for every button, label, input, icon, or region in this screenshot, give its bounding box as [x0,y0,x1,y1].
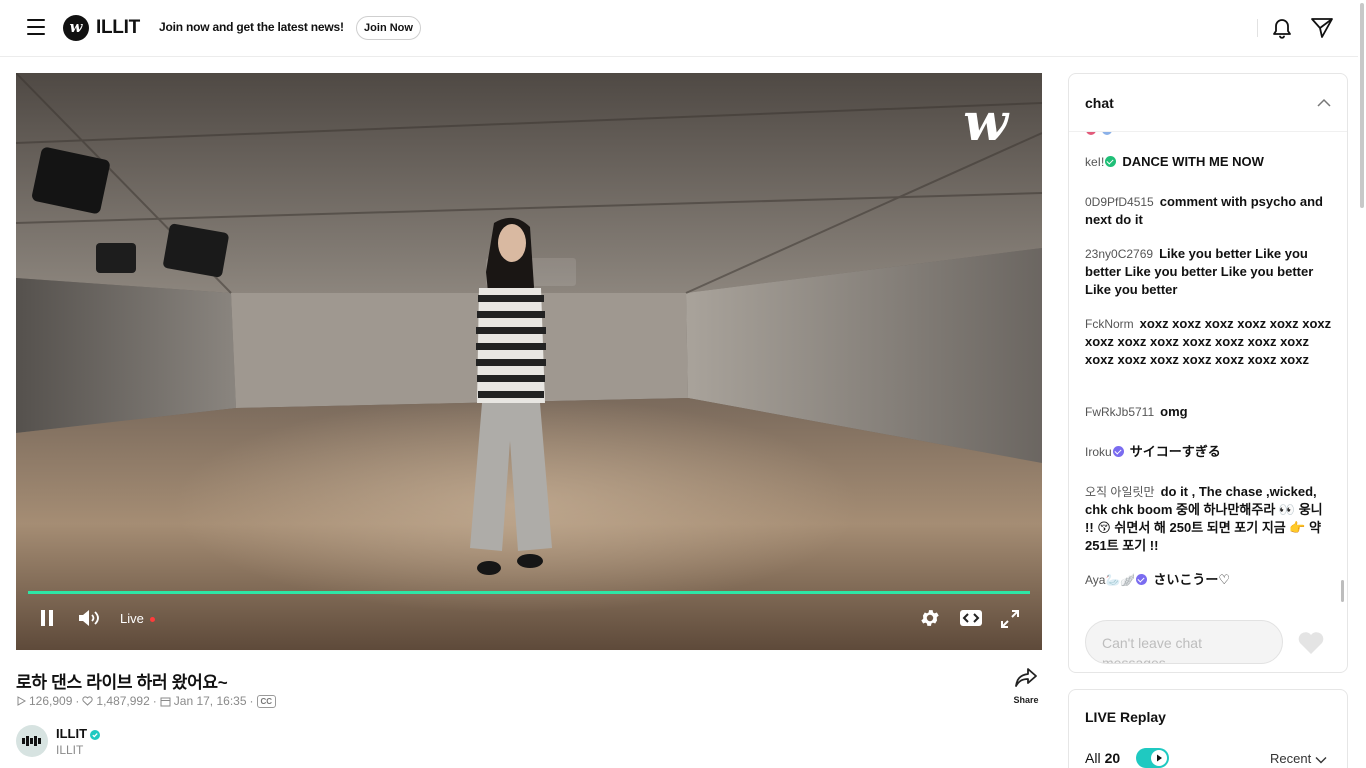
header-divider [1257,19,1258,37]
meta-dot: · [75,694,80,708]
chat-nick[interactable]: 0D9PfD4515 [1085,195,1154,209]
chat-message-list[interactable]: keI! DANCE WITH ME NOW 0D9PfD4515 comment … [1085,132,1333,610]
broadcast-date: Jan 17, 16:35 [173,694,247,708]
send-icon[interactable] [1310,16,1334,40]
chat-nick[interactable]: 23ny0C2769 [1085,247,1153,261]
chat-text: DANCE WITH ME NOW [1122,154,1264,169]
chat-message: 0D9PfD4515 comment with psycho and next d… [1085,193,1333,229]
page-scrollbar[interactable] [1358,0,1366,768]
chat-scrollbar[interactable] [1341,580,1344,602]
verified-badge-icon [1136,574,1148,585]
chat-message: Aya🦢🪽 さいこうー♡ [1085,571,1333,589]
sort-label: Recent [1270,751,1312,766]
chat-nick[interactable]: Aya🦢🪽 [1085,573,1148,587]
channel-name[interactable]: ILLIT [56,726,87,741]
replay-all-count: All 20 [1085,750,1120,766]
chat-nick[interactable]: keI! [1085,155,1117,169]
like-count: 1,487,992 [96,694,150,708]
share-label: Share [1013,695,1039,705]
cc-badge[interactable]: CC [256,694,277,708]
chat-message: 오직 아일릿만 do it , The chase ,wicked, chk ch… [1085,483,1333,555]
share-icon [1015,668,1037,687]
chat-text: サイコーすぎる [1129,444,1221,459]
live-replay-panel: LIVE Replay All 20 Recent [1068,689,1348,768]
video-player[interactable]: w Live [16,73,1042,650]
replay-title: LIVE Replay [1085,709,1166,725]
chat-title: chat [1085,95,1114,111]
live-dot [150,617,155,622]
chat-nick[interactable]: FckNorm [1085,317,1134,331]
play-count-icon [17,696,26,706]
chat-nick[interactable]: 오직 아일릿만 [1085,485,1155,499]
volume-icon[interactable] [78,609,100,627]
channel-logo [22,736,41,746]
settings-gear-icon[interactable] [919,607,941,629]
verified-badge-icon [1105,156,1117,167]
meta-dot: · [249,694,254,708]
bell-icon[interactable] [1270,16,1294,40]
verified-badge-icon [90,730,100,740]
wide-mode-icon[interactable] [959,609,983,627]
player-controls: Live [16,601,1042,637]
chat-input[interactable]: Can't leave chat messages [1085,620,1283,664]
chat-text: omg [1160,404,1188,419]
video-meta: 126,909 · 1,487,992 · Jan 17, 16:35 · CC [16,693,277,709]
meta-dot: · [152,694,157,708]
chat-message: Iroku サイコーすぎる [1085,443,1333,461]
toggle-knob [1151,750,1167,766]
chat-text: さいこうー♡ [1153,572,1230,587]
weverse-logo[interactable]: w [63,15,89,41]
menu-icon[interactable] [27,19,45,37]
chevron-down-icon [1315,757,1327,764]
chat-panel: chat keI! DANCE WITH ME NOW 0D9PfD4515 com… [1068,73,1348,673]
chat-nick[interactable]: FwRkJb5711 [1085,405,1154,419]
share-button[interactable]: Share [1005,667,1047,705]
channel-avatar[interactable] [16,725,48,757]
replay-toggle[interactable] [1136,748,1169,768]
video-frame [16,73,1042,650]
play-icon [1157,754,1162,762]
artist-name[interactable]: ILLIT [96,17,140,39]
top-header: w ILLIT Join now and get the latest news… [0,0,1358,57]
fullscreen-icon[interactable] [1000,609,1020,629]
chat-nick[interactable]: Iroku [1085,445,1124,459]
promo-text: Join now and get the latest news! [159,20,344,34]
chat-message: FckNorm xoxz xoxz xoxz xoxz xoxz xoxz xox… [1085,315,1333,369]
video-title: 로하 댄스 라이브 하러 왔어요~ [16,673,228,692]
replay-count: 20 [1104,750,1121,766]
calendar-icon [160,697,171,706]
pause-icon[interactable] [40,609,54,627]
weverse-watermark: w [963,92,1008,153]
page-scroll-thumb[interactable] [1360,3,1364,208]
chat-message: keI! DANCE WITH ME NOW [1085,153,1333,171]
emoji-icon [1086,132,1112,135]
verified-badge-icon [1112,446,1124,457]
chat-message: FwRkJb5711 omg [1085,403,1333,421]
heart-icon[interactable] [1297,630,1325,656]
sort-dropdown[interactable]: Recent [1270,751,1327,766]
chat-message: 23ny0C2769 Like you better Like you bette… [1085,245,1333,299]
join-now-button[interactable]: Join Now [356,16,421,40]
replay-all-label: All [1085,750,1101,766]
view-count: 126,909 [29,694,73,708]
chevron-up-icon[interactable] [1315,94,1333,112]
like-heart-icon [82,696,94,706]
progress-bar[interactable] [28,591,1030,594]
channel-subtitle: ILLIT [56,743,84,757]
live-label: Live [120,611,144,626]
